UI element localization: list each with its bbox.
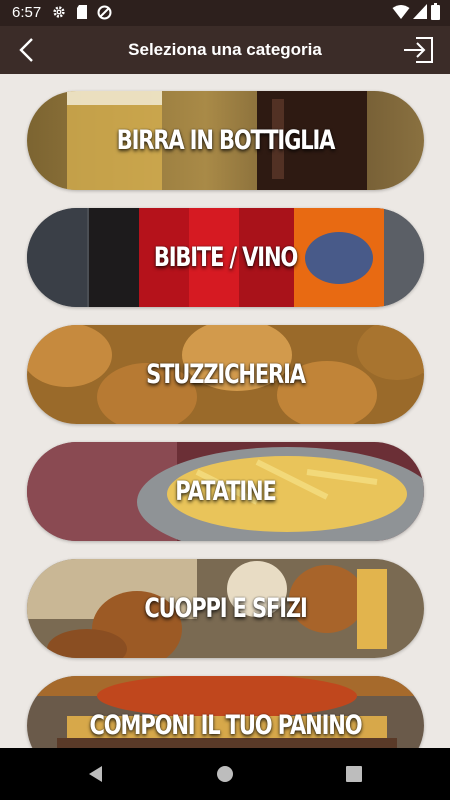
home-circle-icon[interactable]: [213, 762, 237, 786]
status-bar: 6:57: [0, 0, 450, 26]
system-nav-bar: [0, 748, 450, 800]
category-stuzzicheria[interactable]: STUZZICHERIA: [27, 325, 424, 424]
app-bar: Seleziona una categoria: [0, 26, 450, 74]
wifi-icon: [392, 5, 410, 19]
gear-icon: [53, 6, 65, 18]
page-title: Seleziona una categoria: [128, 40, 322, 59]
category-bibite-vino[interactable]: BIBITE / VINO: [27, 208, 424, 307]
battery-icon: [431, 3, 440, 20]
signal-icon: [413, 4, 427, 19]
category-componi-il-tuo-panino[interactable]: COMPONI IL TUO PANINO: [27, 676, 424, 748]
category-label: BIRRA IN BOTTIGLIA: [116, 125, 336, 156]
category-patatine[interactable]: PATATINE: [27, 442, 424, 541]
category-label: BIBITE / VINO: [153, 242, 299, 273]
no-data-saver-icon: [97, 5, 112, 20]
category-cuoppi-e-sfizi[interactable]: CUOPPI E SFIZI: [27, 559, 424, 658]
category-label: CUOPPI E SFIZI: [144, 593, 308, 624]
category-birra-in-bottiglia[interactable]: BIRRA IN BOTTIGLIA: [27, 91, 424, 190]
category-label: PATATINE: [175, 476, 277, 507]
back-triangle-icon[interactable]: [84, 762, 108, 786]
sd-card-icon: [77, 5, 87, 19]
category-list[interactable]: BIRRA IN BOTTIGLIA BIBITE / VINO STUZZIC…: [0, 74, 450, 748]
login-icon[interactable]: [402, 35, 436, 65]
category-label: COMPONI IL TUO PANINO: [89, 710, 363, 741]
category-label: STUZZICHERIA: [146, 359, 306, 390]
recents-square-icon[interactable]: [342, 762, 366, 786]
status-time: 6:57: [12, 4, 42, 21]
